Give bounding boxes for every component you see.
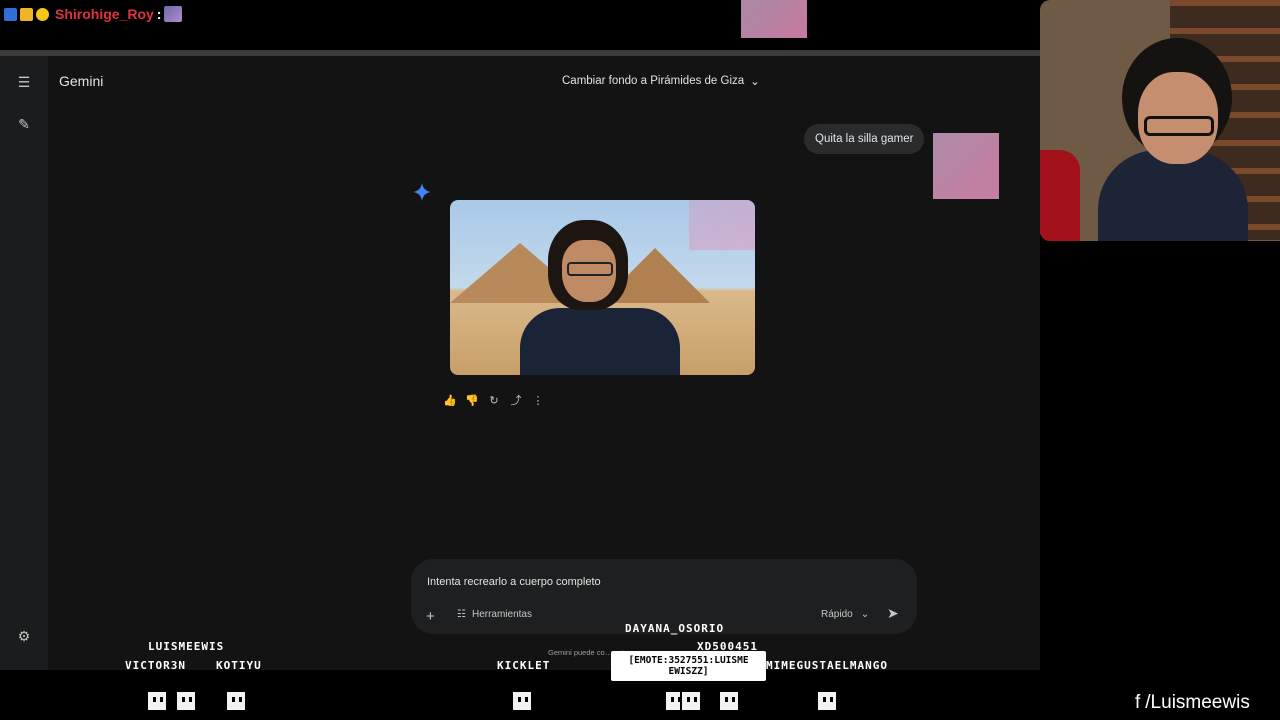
add-attachment-button[interactable]: + [426, 608, 435, 625]
viewer-sprite [225, 690, 247, 712]
viewer-sprite [680, 690, 702, 712]
stream-chat-bar: Shirohige_Roy : [0, 0, 1040, 50]
chat-emote-icon [164, 6, 183, 22]
generated-image[interactable] [450, 200, 755, 375]
viewer-name: KICKLET [497, 659, 551, 672]
sub-badge-icon [36, 7, 49, 21]
viewer-name: LUISMEEWIS [148, 640, 225, 653]
badge-icon [4, 7, 17, 21]
tools-button[interactable]: ☷ Herramientas [457, 609, 532, 620]
viewer-sprite [146, 690, 168, 712]
thumbs-up-icon[interactable]: 👍 [443, 394, 457, 407]
viewer-name: KOTIYU [216, 659, 262, 672]
viewer-sprite [175, 690, 197, 712]
person-glasses [567, 262, 613, 276]
chat-separator: : [156, 6, 162, 22]
user-message-text: Quita la silla gamer [815, 133, 914, 145]
social-handle-text: /Luismeewis [1145, 692, 1250, 713]
settings-gear-icon[interactable]: ⚙ [14, 626, 34, 646]
share-icon[interactable]: ⤴ [510, 394, 522, 407]
floating-emote-3 [689, 200, 755, 250]
chevron-down-icon: ⌄ [860, 609, 870, 620]
chat-title-label: Cambiar fondo a Pirámides de Giza [562, 75, 745, 87]
send-button[interactable]: ➤ [887, 605, 899, 622]
streamer-glasses [1144, 116, 1214, 136]
viewer-sprite [511, 690, 533, 712]
tools-label: Herramientas [471, 609, 532, 620]
menu-icon[interactable]: ☰ [14, 72, 34, 92]
gemini-app: ☰ ✎ ⚙ Gemini Cambiar fondo a Pirámides d… [0, 56, 1040, 670]
emote-tooltip: [EMOTE:3527551:LUISME EWISZZ] [611, 651, 766, 681]
thumbs-down-icon[interactable]: 👎 [465, 394, 479, 407]
sword-badge-icon [20, 7, 33, 21]
mode-selector[interactable]: Rápido ⌄ [821, 609, 869, 620]
prompt-input[interactable]: Intenta recrearlo a cuerpo completo [427, 576, 601, 588]
regenerate-icon[interactable]: ↻ [488, 394, 500, 407]
tools-icon: ☷ [457, 609, 466, 620]
new-chat-icon[interactable]: ✎ [14, 114, 34, 134]
viewer-name: DAYANA_OSORIO [625, 622, 725, 635]
facebook-icon: f [1135, 692, 1141, 713]
person-body [520, 308, 680, 375]
chat-username: Shirohige_Roy [55, 6, 154, 22]
social-handle: f /Luismeewis [1135, 692, 1250, 714]
user-message-bubble: Quita la silla gamer [804, 124, 925, 154]
viewer-sprite [718, 690, 740, 712]
viewer-sprite [816, 690, 838, 712]
more-options-icon[interactable]: ⋮ [532, 394, 544, 407]
chevron-down-icon: ⌄ [750, 76, 760, 88]
floating-emote [741, 0, 807, 38]
side-rail: ☰ ✎ ⚙ [0, 56, 48, 670]
viewer-name: VICTOR3N [125, 659, 186, 672]
response-actions: 👍 👎 ↻ ⤴ ⋮ [443, 394, 544, 408]
viewer-name: MIMEGUSTAELMANGO [766, 659, 888, 672]
chat-message: Shirohige_Roy : [4, 4, 183, 24]
gaming-chair [1040, 150, 1080, 241]
chat-title-dropdown[interactable]: Cambiar fondo a Pirámides de Giza ⌄ [562, 74, 760, 88]
floating-emote-2 [933, 133, 999, 199]
webcam-feed [1040, 0, 1280, 241]
mode-label: Rápido [821, 609, 853, 620]
gemini-sparkle-icon [413, 183, 431, 201]
app-title: Gemini [59, 73, 104, 89]
